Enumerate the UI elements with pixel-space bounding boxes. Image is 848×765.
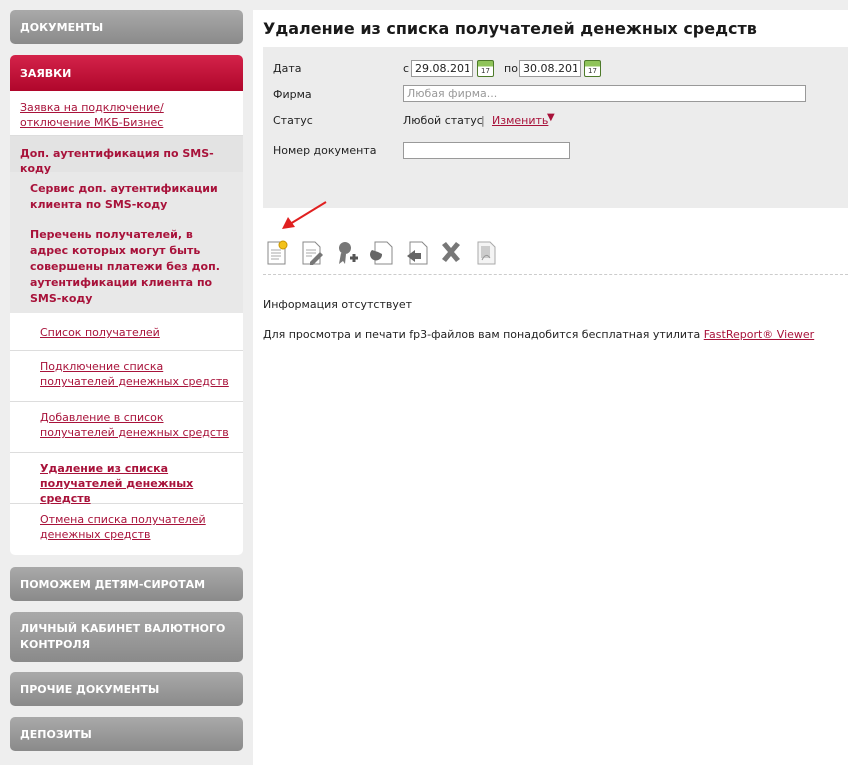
fp3-note-text: Для просмотра и печати fp3-файлов вам по… xyxy=(263,328,701,341)
page-title: Удаление из списка получателей денежных … xyxy=(263,19,757,38)
date-to-label: по xyxy=(504,62,518,75)
filter-panel: Дата с 17 по 17 Фирма Статус Любой стату… xyxy=(263,47,848,208)
nav-link-connect[interactable]: Подключение списка получателей денежных … xyxy=(40,360,229,388)
nav-link-cancel[interactable]: Отмена списка получателей денежных средс… xyxy=(40,513,206,541)
status-label: Статус xyxy=(273,114,313,127)
nav-leaf-recipients: Список получателей xyxy=(10,313,243,351)
nav-label: Сервис доп. аутентификации клиента по SM… xyxy=(30,182,218,211)
nav-leaf-connect: Подключение списка получателей денежных … xyxy=(10,351,243,402)
status-value: Любой статус xyxy=(403,114,483,127)
nav-leaf-list: Список получателей Подключение списка по… xyxy=(10,313,243,555)
dropdown-arrow-icon[interactable]: ▼ xyxy=(547,112,555,123)
nav-section-label: ПРОЧИЕ ДОКУМЕНТЫ xyxy=(20,682,160,696)
nav-item-recipients-list[interactable]: Перечень получателей, в адрес которых мо… xyxy=(10,220,243,313)
nav-section-label: ПОМОЖЕМ ДЕТЯМ-СИРОТАМ xyxy=(20,577,206,591)
nav-section-deposits[interactable]: ДЕПОЗИТЫ xyxy=(10,717,243,751)
toolbar-divider xyxy=(263,274,848,275)
annotation-arrow-icon xyxy=(282,201,327,229)
nav-link-add[interactable]: Добавление в список получателей денежных… xyxy=(40,411,229,439)
nav-link-mkb-request[interactable]: Заявка на подключение/отключение МКБ-Биз… xyxy=(20,101,164,129)
nav-section-currency-cabinet[interactable]: ЛИЧНЫЙ КАБИНЕТ ВАЛЮТНОГО КОНТРОЛЯ xyxy=(10,612,243,662)
nav-leaf-add: Добавление в список получателей денежных… xyxy=(10,402,243,453)
firm-input[interactable] xyxy=(403,85,806,102)
nav-label: Перечень получателей, в адрес которых мо… xyxy=(30,228,220,305)
date-from-label: с xyxy=(403,62,410,75)
nav-item-sms-auth[interactable]: Доп. аутентификация по SMS-коду xyxy=(10,136,243,175)
nav-item-sms-service[interactable]: Сервис доп. аутентификации клиента по SM… xyxy=(10,172,243,220)
fp3-note: Для просмотра и печати fp3-файлов вам по… xyxy=(263,328,814,341)
nav-item-mkb-request: Заявка на подключение/отключение МКБ-Биз… xyxy=(10,91,243,136)
docnum-label: Номер документа xyxy=(273,144,377,157)
nav-section-requests[interactable]: ЗАЯВКИ xyxy=(10,55,243,91)
nav-leaf-cancel: Отмена списка получателей денежных средс… xyxy=(10,504,243,543)
nav-label: Доп. аутентификация по SMS-коду xyxy=(20,147,214,175)
nav-section-requests-group: ЗАЯВКИ Заявка на подключение/отключение … xyxy=(10,55,243,555)
date-label: Дата xyxy=(273,62,302,75)
sidebar: ДОКУМЕНТЫ ЗАЯВКИ Заявка на подключение/о… xyxy=(10,10,243,751)
pdf-icon[interactable] xyxy=(474,240,498,266)
edit-doc-icon[interactable] xyxy=(300,240,324,266)
nav-section-label: ЛИЧНЫЙ КАБИНЕТ ВАЛЮТНОГО КОНТРОЛЯ xyxy=(20,622,226,651)
main-content: Удаление из списка получателей денежных … xyxy=(253,10,848,765)
date-to-input[interactable] xyxy=(519,60,581,77)
sign-doc-icon[interactable] xyxy=(370,240,394,266)
calendar-from-icon[interactable]: 17 xyxy=(477,60,494,77)
return-doc-icon[interactable] xyxy=(405,240,429,266)
nav-section-label: ЗАЯВКИ xyxy=(20,66,72,80)
add-signature-icon[interactable] xyxy=(335,240,359,266)
nav-section-other-docs[interactable]: ПРОЧИЕ ДОКУМЕНТЫ xyxy=(10,672,243,706)
status-separator: | xyxy=(481,114,485,127)
nav-link-remove[interactable]: Удаление из списка получателей денежных … xyxy=(40,462,193,505)
calendar-to-icon[interactable]: 17 xyxy=(584,60,601,77)
new-doc-icon[interactable] xyxy=(265,240,289,266)
date-from-input[interactable] xyxy=(411,60,473,77)
nav-section-documents[interactable]: ДОКУМЕНТЫ xyxy=(10,10,243,44)
delete-icon[interactable] xyxy=(439,240,463,266)
docnum-input[interactable] xyxy=(403,142,570,159)
nav-section-orphans[interactable]: ПОМОЖЕМ ДЕТЯМ-СИРОТАМ xyxy=(10,567,243,601)
nav-section-label: ДЕПОЗИТЫ xyxy=(20,727,92,741)
no-info-message: Информация отсутствует xyxy=(263,298,413,311)
nav-section-label: ДОКУМЕНТЫ xyxy=(20,20,104,34)
fastreport-viewer-link[interactable]: FastReport® Viewer xyxy=(704,328,814,341)
nav-link-recipients[interactable]: Список получателей xyxy=(40,326,160,339)
nav-leaf-remove: Удаление из списка получателей денежных … xyxy=(10,453,243,505)
firm-label: Фирма xyxy=(273,88,312,101)
status-change-link[interactable]: Изменить xyxy=(492,114,548,127)
